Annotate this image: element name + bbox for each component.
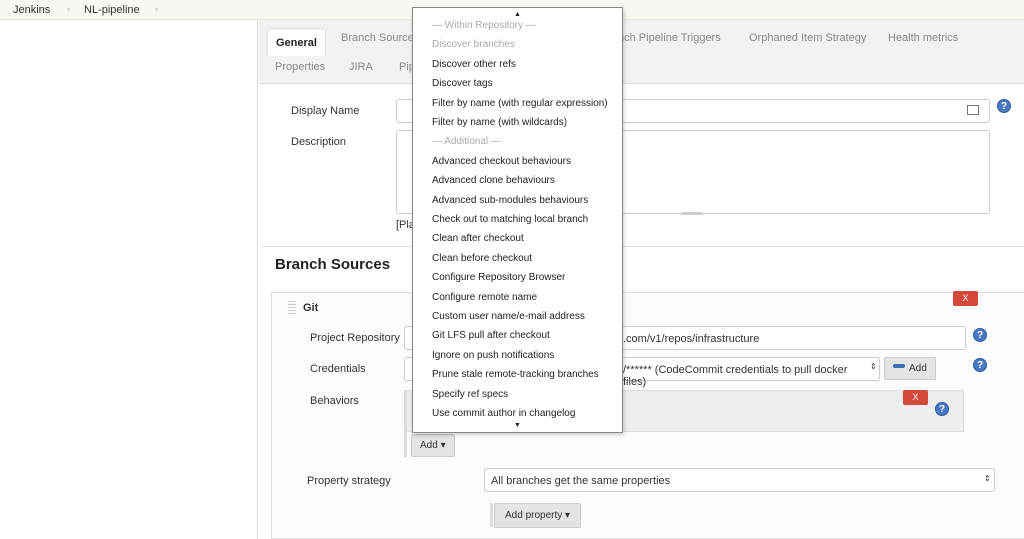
tab-health-metrics[interactable]: Health metrics [888,32,958,44]
dropdown-item[interactable]: Filter by name (with regular expression) [432,98,608,109]
resize-handle[interactable] [681,212,703,215]
tab-branch-sources[interactable]: Branch Sources [341,32,419,44]
scroll-down-icon[interactable]: ▼ [413,422,622,429]
dropdown-item[interactable]: Configure remote name [432,292,537,303]
git-title: Git [303,302,319,314]
dropdown-item[interactable]: Advanced checkout behaviours [432,156,571,167]
dropdown-item[interactable]: Configure Repository Browser [432,272,565,283]
property-strategy-label: Property strategy [307,475,391,487]
help-icon[interactable]: ? [973,328,987,342]
help-icon[interactable]: ? [997,99,1011,113]
credentials-label: Credentials [310,363,366,375]
drag-handle-icon[interactable] [288,301,296,315]
dropdown-item[interactable]: Clean after checkout [432,233,524,244]
dropdown-item[interactable]: Check out to matching local branch [432,214,588,225]
dropdown-item[interactable]: Use commit author in changelog [432,408,575,419]
display-name-label: Display Name [291,105,360,117]
dropdown-item[interactable]: Specify ref specs [432,389,508,400]
description-label: Description [291,136,347,148]
key-icon [893,364,905,368]
breadcrumb-jenkins[interactable]: Jenkins [13,4,50,16]
dropdown-group-label: Discover branches [432,39,515,51]
dropdown-group-label: — Additional — [432,136,501,148]
branch-sources-title: Branch Sources [275,256,391,273]
property-rail [490,503,493,527]
help-icon[interactable]: ? [973,358,987,372]
delete-source-button[interactable]: X [953,291,978,306]
tab-general[interactable]: General [267,28,326,56]
chevron-right-icon[interactable]: › [155,4,158,14]
select-arrows-icon: ⇕ [870,362,877,371]
add-property-button[interactable]: Add property ▾ [494,503,582,528]
dropdown-item[interactable]: Ignore on push notifications [432,350,554,361]
help-icon[interactable]: ? [935,402,949,416]
dropdown-item[interactable]: Git LFS pull after checkout [432,330,550,341]
chevron-right-icon: › [67,4,70,14]
dropdown-item[interactable]: Prune stale remote-tracking branches [432,369,599,380]
dropdown-item[interactable]: Advanced sub-modules behaviours [432,195,588,206]
property-strategy-select[interactable]: All branches get the same properties [484,468,995,492]
dropdown-item[interactable]: Custom user name/e-mail address [432,311,585,322]
tab-properties[interactable]: Properties [275,61,325,73]
caret-down-icon: ▾ [440,440,446,451]
behaviors-add-dropdown: ▲ — Within Repository — Discover branches… [412,7,623,433]
project-repository-label: Project Repository [310,332,400,344]
sidebar [0,20,258,539]
behaviors-rail [404,390,407,457]
breadcrumb-nl-pipeline[interactable]: NL-pipeline [84,4,140,16]
credentials-add-button[interactable]: Add [884,357,936,380]
behaviors-label: Behaviors [310,395,359,407]
caret-down-icon: ▾ [565,510,571,521]
tab-pipeline-triggers[interactable]: nch Pipeline Triggers [618,32,721,44]
dropdown-item[interactable]: Filter by name (with wildcards) [432,117,567,128]
dropdown-group-label: — Within Repository — [432,20,536,31]
behaviors-add-button[interactable]: Add ▾ [411,434,455,457]
tab-orphaned-item-strategy[interactable]: Orphaned Item Strategy [749,32,866,44]
dropdown-item[interactable]: Clean before checkout [432,253,532,264]
text-expand-icon[interactable] [967,105,979,115]
tab-jira[interactable]: JIRA [349,61,373,73]
dropdown-item[interactable]: Advanced clone behaviours [432,175,555,186]
divider [262,246,1024,247]
select-arrows-icon: ⇕ [984,474,991,483]
config-tabs: General Branch Sources nch Pipeline Trig… [259,20,1024,84]
delete-behavior-button[interactable]: X [903,390,928,405]
dropdown-item[interactable]: Discover tags [432,78,493,89]
dropdown-item[interactable]: Discover other refs [432,59,516,70]
scroll-up-icon[interactable]: ▲ [413,11,622,18]
